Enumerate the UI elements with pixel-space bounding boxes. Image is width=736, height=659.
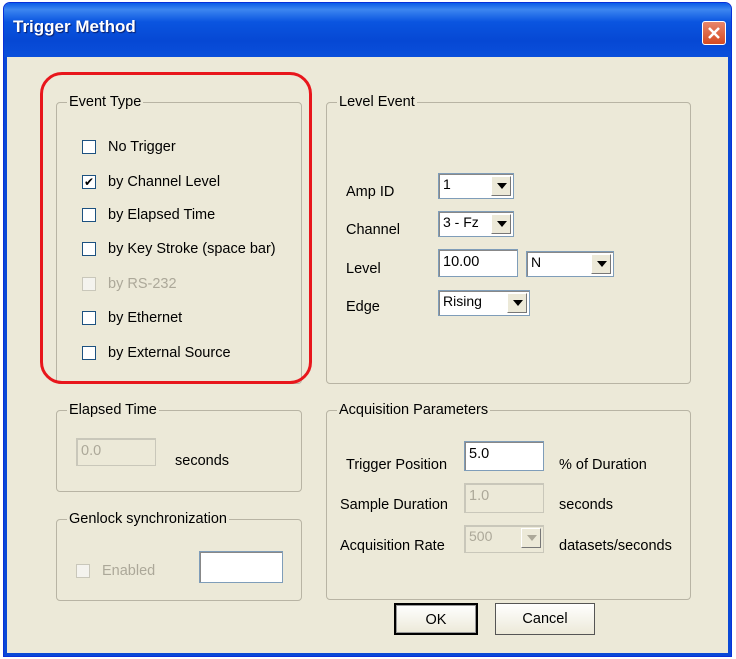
genlock-input[interactable] xyxy=(199,551,283,583)
checkbox-label: by External Source xyxy=(108,345,231,361)
level-label: Level xyxy=(346,261,381,277)
elapsed-time-unit: seconds xyxy=(175,453,230,469)
checkbox-box[interactable] xyxy=(82,140,96,154)
ok-button[interactable]: OK xyxy=(394,603,478,635)
level-event-label: Level Event xyxy=(337,94,417,110)
checkbox-box[interactable] xyxy=(82,346,96,360)
edge-value: Rising xyxy=(443,293,482,309)
level-input[interactable]: 10.00 xyxy=(438,249,518,277)
checkbox-label: by Ethernet xyxy=(108,310,183,326)
checkbox-by-rs232: by RS-232 xyxy=(82,276,177,292)
checkbox-genlock-enabled: Enabled xyxy=(76,563,155,579)
dropdown-button[interactable] xyxy=(507,293,527,313)
cancel-button[interactable]: Cancel xyxy=(495,603,595,635)
checkbox-by-key-stroke[interactable]: by Key Stroke (space bar) xyxy=(82,241,276,257)
checkbox-by-elapsed-time[interactable]: by Elapsed Time xyxy=(82,207,215,223)
genlock-group: Genlock synchronization Enabled xyxy=(56,511,302,601)
event-type-label: Event Type xyxy=(67,94,144,110)
chevron-down-icon xyxy=(527,535,537,541)
checkbox-box[interactable] xyxy=(82,242,96,256)
elapsed-time-label: Elapsed Time xyxy=(67,402,159,418)
checkbox-by-channel-level[interactable]: ✔ by Channel Level xyxy=(82,174,220,190)
edge-select[interactable]: Rising xyxy=(438,290,530,316)
level-unit-select[interactable]: N xyxy=(526,251,614,277)
checkbox-by-ethernet[interactable]: by Ethernet xyxy=(82,310,182,326)
amp-id-select[interactable]: 1 xyxy=(438,173,514,199)
trigger-position-unit: % of Duration xyxy=(559,457,647,473)
elapsed-time-input: 0.0 xyxy=(76,438,156,466)
window-title: Trigger Method xyxy=(13,17,136,36)
level-unit-value: N xyxy=(531,254,542,270)
acquisition-rate-label: Acquisition Rate xyxy=(340,538,445,554)
checkbox-box xyxy=(82,277,96,291)
check-icon: ✔ xyxy=(84,175,95,189)
dropdown-button xyxy=(521,528,541,548)
acquisition-rate-value: 500 xyxy=(469,528,493,544)
channel-value: 3 - Fz xyxy=(443,214,479,230)
dropdown-button[interactable] xyxy=(491,176,511,196)
acquisition-rate-select: 500 xyxy=(464,525,544,553)
chevron-down-icon xyxy=(597,261,607,267)
checkbox-by-external-source[interactable]: by External Source xyxy=(82,345,231,361)
trigger-method-dialog: Trigger Method Event Type No Trigger ✔ b… xyxy=(3,2,732,657)
chevron-down-icon xyxy=(497,221,507,227)
acquisition-rate-unit: datasets/seconds xyxy=(559,538,672,554)
checkbox-box[interactable]: ✔ xyxy=(82,175,96,189)
amp-id-label: Amp ID xyxy=(346,184,395,200)
checkbox-label: by RS-232 xyxy=(108,276,177,292)
checkbox-label: Enabled xyxy=(102,563,156,579)
sample-duration-label: Sample Duration xyxy=(340,497,448,513)
sample-duration-unit: seconds xyxy=(559,497,614,513)
trigger-position-input[interactable]: 5.0 xyxy=(464,441,544,471)
sample-duration-input: 1.0 xyxy=(464,483,544,513)
dialog-body: Event Type No Trigger ✔ by Channel Level… xyxy=(8,57,727,652)
elapsed-time-group: Elapsed Time 0.0 seconds xyxy=(56,402,302,492)
genlock-label: Genlock synchronization xyxy=(67,511,229,527)
checkbox-label: by Channel Level xyxy=(108,174,221,190)
dropdown-button[interactable] xyxy=(591,254,611,274)
edge-label: Edge xyxy=(346,299,380,315)
channel-select[interactable]: 3 - Fz xyxy=(438,211,514,237)
checkbox-box[interactable] xyxy=(82,208,96,222)
chevron-down-icon xyxy=(513,300,523,306)
checkbox-no-trigger[interactable]: No Trigger xyxy=(82,139,176,155)
close-icon xyxy=(708,27,720,39)
checkbox-box xyxy=(76,564,90,578)
checkbox-label: by Elapsed Time xyxy=(108,207,216,223)
checkbox-label: by Key Stroke (space bar) xyxy=(108,241,276,257)
title-bar[interactable]: Trigger Method xyxy=(4,3,731,57)
checkbox-box[interactable] xyxy=(82,311,96,325)
chevron-down-icon xyxy=(497,183,507,189)
dropdown-button[interactable] xyxy=(491,214,511,234)
close-button[interactable] xyxy=(702,21,726,45)
amp-id-value: 1 xyxy=(443,176,451,192)
channel-label: Channel xyxy=(346,222,401,238)
acquisition-params-label: Acquisition Parameters xyxy=(337,402,491,418)
event-type-group: Event Type No Trigger ✔ by Channel Level… xyxy=(56,94,302,384)
level-event-group: Level Event Amp ID 1 Channel 3 - Fz Leve… xyxy=(326,94,691,384)
trigger-position-label: Trigger Position xyxy=(346,457,448,473)
checkbox-label: No Trigger xyxy=(108,139,176,155)
acquisition-params-group: Acquisition Parameters Trigger Position … xyxy=(326,402,691,600)
